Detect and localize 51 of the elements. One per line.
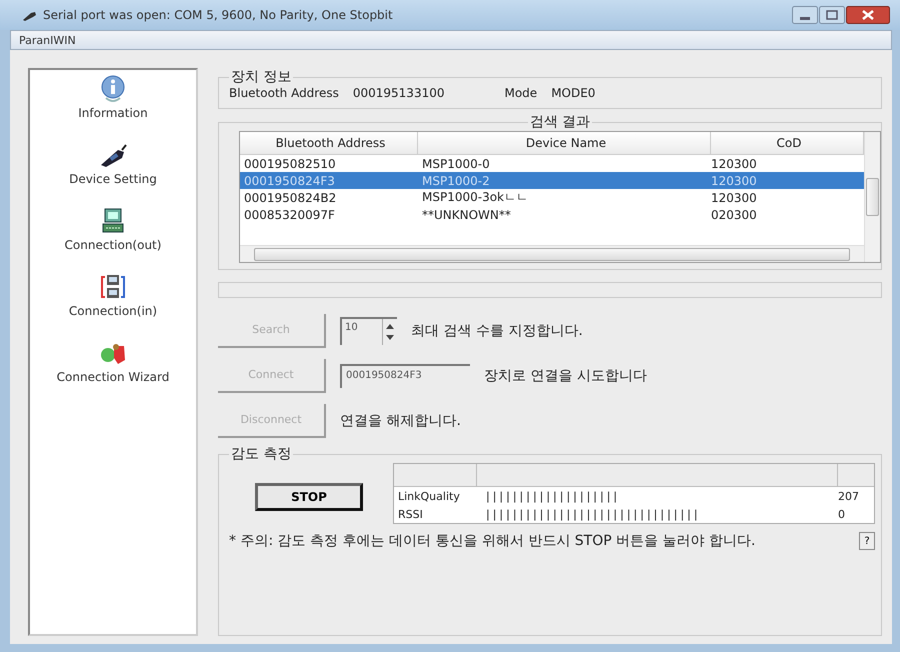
group-title: 장치 정보 [230,68,292,86]
table-cell-text: 00085320097F [243,208,336,222]
table-cell-text: 0001950824F3 [243,174,336,188]
table-cell-text: 120300 [711,156,758,170]
device-row[interactable]: 0001950824B2 MSP1000-3okㄴㄴ 120300 [240,189,864,206]
control-description: 장치로 연결을 시도합니다 [484,366,647,384]
window-title: Serial port was open: COM 5, 9600, No Parity, One Stopbit [43,8,394,22]
sidebar-item[interactable]: Device Setting [69,172,157,186]
table-cell-text: 120300 [711,174,758,188]
sidebar-item[interactable]: Connection(in) [68,304,158,318]
device-row[interactable]: 000195082510 MSP1000-0 120300 [240,155,864,172]
stop-button[interactable]: STOP [255,483,363,511]
table-cell-text: 0001950824B2 [243,190,338,204]
close-button[interactable] [846,6,890,24]
horizontal-scrollbar[interactable] [240,245,864,262]
meter-label: RSSI [397,508,424,520]
field-label: Bluetooth Address [229,86,339,100]
table-cell-text: MSP1000-2 [421,174,491,188]
meter-reading: 0 [837,508,846,520]
minimize-button[interactable] [792,6,818,24]
column-header[interactable]: Device Name [418,132,711,154]
sidebar-item[interactable]: Information [78,106,148,120]
column-header[interactable]: Bluetooth Address [240,132,418,154]
table-cell-text: **UNKNOWN** [421,208,512,222]
sidebar-item[interactable]: Connection Wizard [56,370,170,384]
address-value: 000195133100 [352,86,444,100]
mode-value: MODE0 [551,86,596,100]
maximize-button[interactable] [819,6,845,24]
table-cell-text: 120300 [711,190,758,204]
table-cell-text: MSP1000-0 [421,156,491,170]
table-cell-text: 020300 [711,208,758,222]
meter-bar-text: |||||||||||||||||||| [486,490,620,502]
plug-icon [22,9,38,21]
down-arrow-icon[interactable] [386,334,394,340]
vertical-scrollbar[interactable] [864,132,880,262]
device-row[interactable]: 00085320097F **UNKNOWN** 020300 [240,206,864,223]
meter-reading: 207 [837,490,860,502]
up-arrow-icon[interactable] [386,324,394,328]
table-cell-text: 000195082510 [243,156,337,170]
meter-label: LinkQuality [397,490,461,502]
meter-bar-text: |||||||||||||||||||||||||||||||| [486,508,701,520]
field-label: Mode [504,86,538,100]
help-button[interactable]: ? [859,532,875,550]
control-description: 연결을 해제합니다. [340,412,461,430]
control-description: 최대 검색 수를 지정합니다. [411,322,583,340]
sidebar-item[interactable]: Connection(out) [64,238,162,252]
group-title: 감도 측정 [230,445,292,463]
warning-note: * 주의: 감도 측정 후에는 데이터 통신을 위해서 반드시 STOP 버튼을 눌러야 합니다. [229,532,756,550]
table-cell-text: MSP1000-3okㄴㄴ [421,189,530,206]
group-title: 검색 결과 [528,113,592,131]
window-tab[interactable]: ParanIWIN [19,34,76,46]
